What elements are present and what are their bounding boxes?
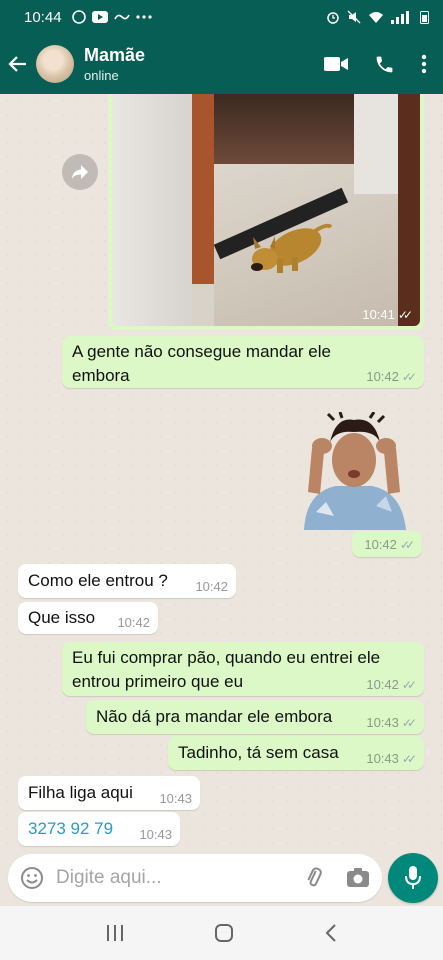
app-notification-icon [113,14,130,20]
android-nav-bar [0,906,443,960]
message-bubble[interactable]: Que isso 10:42 [18,602,158,634]
camera-icon[interactable] [346,867,370,889]
forward-button[interactable] [62,154,98,190]
back-arrow-icon [8,56,26,72]
back-button[interactable] [0,34,36,94]
chat-area: 10:41 ✓✓ A gente não consegue mandar ele … [0,94,443,854]
read-ticks-icon: ✓✓ [401,751,417,766]
recent-apps-icon[interactable] [105,924,125,942]
read-ticks-icon: ✓✓ [401,677,417,692]
message-bubble[interactable]: A gente não consegue mandar ele embora 1… [62,336,424,388]
chat-header: Mamãe online [0,34,443,94]
message-input[interactable] [56,867,286,889]
contact-name: Mamãe [84,45,146,65]
sticker-woman[interactable] [286,412,422,530]
avatar[interactable] [36,45,74,83]
dog-photo[interactable]: 10:41 ✓✓ [112,94,420,326]
message-bubble[interactable]: Filha liga aqui 10:43 [18,776,200,810]
read-ticks-icon: ✓✓ [401,715,417,730]
message-bubble[interactable]: Tadinho, tá sem casa 10:43 ✓✓ [168,736,424,770]
nav-back-icon[interactable] [324,923,338,943]
image-timestamp: 10:41 ✓✓ [362,307,413,322]
alarm-icon [327,12,339,24]
battery-icon [420,11,429,24]
youtube-notification-icon [91,11,108,23]
contact-info[interactable]: Mamãe online [84,45,145,83]
video-call-icon[interactable] [324,56,348,72]
image-message[interactable]: 10:41 ✓✓ [108,94,424,330]
emoji-icon[interactable] [20,866,44,890]
status-time: 10:44 [24,8,62,26]
home-icon[interactable] [214,923,234,943]
sticker-timestamp: 10:42 ✓✓ [352,531,422,557]
message-composer [8,854,382,902]
whatsapp-notification-icon [71,10,86,24]
contact-status: online [84,68,119,83]
system-icons [326,10,429,24]
forward-icon [72,165,88,179]
attach-icon[interactable] [302,866,326,890]
mic-button[interactable] [388,853,438,903]
mute-icon [347,10,361,24]
mic-icon [405,866,421,889]
wifi-icon [369,11,383,23]
phone-icon[interactable] [374,54,395,75]
message-bubble[interactable]: Não dá pra mandar ele embora 10:43 ✓✓ [86,700,424,734]
more-notifications-icon [135,15,152,19]
status-bar: 10:44 [0,0,443,34]
signal-icon [391,10,409,24]
message-bubble[interactable]: Como ele entrou ? 10:42 [18,564,236,598]
read-ticks-icon: ✓✓ [401,369,417,384]
notification-icons [71,10,152,24]
more-icon[interactable] [421,54,427,74]
read-ticks-icon: ✓✓ [399,537,415,552]
read-ticks-icon: ✓✓ [397,307,413,322]
message-bubble[interactable]: Eu fui comprar pão, quando eu entrei ele… [62,642,424,696]
message-bubble[interactable]: 3273 92 79 10:43 [18,812,180,846]
dog-illustration [251,223,333,273]
